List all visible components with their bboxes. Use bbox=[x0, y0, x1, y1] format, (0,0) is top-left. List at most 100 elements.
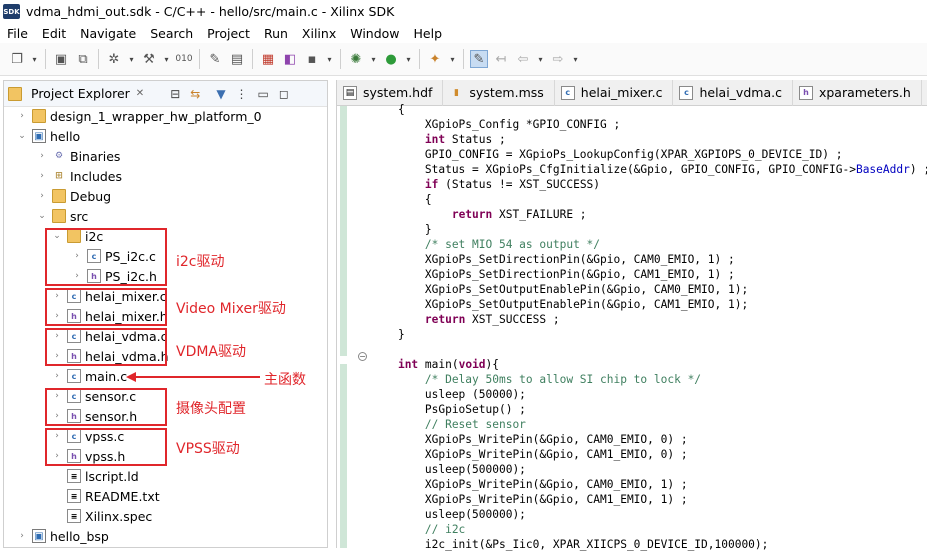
collapse-all-icon[interactable]: ⊟ bbox=[170, 87, 180, 101]
toolbar-separator bbox=[340, 49, 341, 69]
tree-item-label: Xilinx.spec bbox=[85, 508, 153, 524]
link-editor-icon[interactable]: ⇆ bbox=[190, 87, 200, 101]
toolbar: ❐ ▾ ▣ ⧉ ✲ ▾ ⚒ ▾ 010 ✎ ▤ ▦ ◧ ▪ ▾ ✺ ▾ ● ▾ ✦ ▾ ✎ ↤… bbox=[0, 43, 927, 76]
change-bar bbox=[340, 364, 347, 548]
edit-icon[interactable]: ✎ bbox=[470, 50, 488, 68]
chevron-down-icon[interactable]: ▾ bbox=[369, 50, 378, 68]
chevron-down-icon[interactable]: ▾ bbox=[536, 50, 545, 68]
tree-item[interactable]: ≡ README.txt bbox=[51, 486, 160, 506]
chevron-down-icon[interactable]: ⌄ bbox=[36, 211, 48, 221]
chevron-down-icon[interactable]: ▾ bbox=[30, 50, 39, 68]
menu-file[interactable]: File bbox=[0, 26, 35, 41]
code-text[interactable]: { XGpioPs_Config *GPIO_CONFIG ; int Stat… bbox=[371, 102, 927, 552]
terminal-icon[interactable]: ▤ bbox=[228, 50, 246, 68]
chevron-down-icon[interactable]: ▾ bbox=[162, 50, 171, 68]
chevron-down-icon[interactable]: ▾ bbox=[127, 50, 136, 68]
binary-icon[interactable]: 010 bbox=[175, 50, 193, 68]
menu-search[interactable]: Search bbox=[143, 26, 200, 41]
editor-tab-label: system.mss bbox=[469, 85, 544, 100]
save-all-icon[interactable]: ⧉ bbox=[74, 50, 92, 68]
forward-icon[interactable]: ⇨ bbox=[549, 50, 567, 68]
debug-icon[interactable]: ✺ bbox=[347, 50, 365, 68]
sdk-app-icon: SDK bbox=[3, 4, 20, 19]
menu-window[interactable]: Window bbox=[343, 26, 406, 41]
toolbar-separator bbox=[463, 49, 464, 69]
tree-item[interactable]: › ▣ hello_bsp bbox=[16, 526, 109, 546]
tree-item-label: hello_bsp bbox=[50, 528, 109, 544]
tree-item[interactable]: ⌄ ▣ hello bbox=[16, 126, 80, 146]
project-explorer-title: Project Explorer bbox=[31, 86, 130, 101]
menu-project[interactable]: Project bbox=[200, 26, 257, 41]
back-icon[interactable]: ⇦ bbox=[514, 50, 532, 68]
annotation-sensor-label: 摄像头配置 bbox=[176, 401, 246, 417]
tree-item-label: README.txt bbox=[85, 488, 160, 504]
change-bar bbox=[340, 106, 347, 356]
build-icon[interactable]: ✲ bbox=[105, 50, 123, 68]
code-editor: ▤ system.hdf ▮ system.mss c helai_mixer.c c hel… bbox=[336, 79, 927, 551]
annotation-vpss-label: VPSS驱动 bbox=[176, 441, 240, 457]
hammer-icon[interactable]: ⚒ bbox=[140, 50, 158, 68]
grid-icon[interactable]: ▦ bbox=[259, 50, 277, 68]
title-bar: SDK vdma_hdmi_out.sdk - C/C++ - hello/sr… bbox=[0, 0, 927, 23]
editor-tab-label: helai_mixer.c bbox=[580, 85, 663, 100]
external-tool-icon[interactable]: ✦ bbox=[426, 50, 444, 68]
toolbar-separator bbox=[419, 49, 420, 69]
tree-item-label: hello bbox=[50, 128, 81, 144]
tree-item[interactable]: › c main.c bbox=[51, 366, 127, 386]
editor-tab-label: helai_vdma.c bbox=[699, 85, 782, 100]
toolbar-separator bbox=[98, 49, 99, 69]
folder-icon bbox=[52, 189, 66, 203]
last-edit-icon[interactable]: ↤ bbox=[492, 50, 510, 68]
fold-toggle-icon[interactable]: − bbox=[358, 352, 367, 361]
chevron-right-icon[interactable]: › bbox=[51, 371, 63, 381]
annotation-box-vdma bbox=[45, 328, 167, 366]
tree-item[interactable]: › Debug bbox=[36, 186, 111, 206]
chevron-right-icon[interactable]: › bbox=[36, 191, 48, 201]
menu-bar: File Edit Navigate Search Project Run Xi… bbox=[0, 23, 927, 43]
tree-item[interactable]: › ⚙ Binaries bbox=[36, 146, 120, 166]
tree-item[interactable]: › ⊞ Includes bbox=[36, 166, 122, 186]
chevron-down-icon[interactable]: ⌄ bbox=[16, 131, 28, 141]
palette-icon[interactable]: ◧ bbox=[281, 50, 299, 68]
maximize-icon[interactable]: ◻ bbox=[279, 87, 289, 101]
annotation-vdma-label: VDMA驱动 bbox=[176, 344, 247, 360]
text-file-icon: ≡ bbox=[67, 469, 81, 483]
minimize-icon[interactable]: ▭ bbox=[258, 87, 269, 101]
view-menu-icon[interactable]: ⋮ bbox=[236, 87, 248, 101]
tree-item[interactable]: › design_1_wrapper_hw_platform_0 bbox=[16, 106, 262, 126]
close-icon[interactable]: ✕ bbox=[136, 88, 144, 99]
chevron-right-icon[interactable]: › bbox=[16, 531, 28, 541]
text-file-icon: ≡ bbox=[67, 489, 81, 503]
bsp-icon: ▮ bbox=[453, 87, 459, 98]
chevron-right-icon[interactable]: › bbox=[36, 171, 48, 181]
tree-item[interactable]: ⌄ src bbox=[36, 206, 88, 226]
menu-edit[interactable]: Edit bbox=[35, 26, 73, 41]
annotation-main-label: 主函数 bbox=[264, 372, 306, 388]
folder-icon bbox=[52, 209, 66, 223]
chevron-down-icon[interactable]: ▾ bbox=[448, 50, 457, 68]
c-file-icon: c bbox=[560, 85, 575, 100]
chevron-right-icon[interactable]: › bbox=[16, 111, 28, 121]
filter-icon[interactable]: ▼ bbox=[216, 87, 225, 101]
binaries-icon: ⚙ bbox=[54, 151, 64, 161]
tree-item-label: design_1_wrapper_hw_platform_0 bbox=[50, 108, 262, 124]
save-icon[interactable]: ▣ bbox=[52, 50, 70, 68]
chevron-right-icon[interactable]: › bbox=[36, 151, 48, 161]
chevron-down-icon[interactable]: ▾ bbox=[325, 50, 334, 68]
program-icon[interactable]: ✎ bbox=[206, 50, 224, 68]
tree-item-label: lscript.ld bbox=[85, 468, 139, 484]
run-icon[interactable]: ● bbox=[382, 50, 400, 68]
console-icon[interactable]: ▪ bbox=[303, 50, 321, 68]
tree-item[interactable]: ≡ Xilinx.spec bbox=[51, 506, 152, 526]
tree-item[interactable]: ≡ lscript.ld bbox=[51, 466, 139, 486]
menu-xilinx[interactable]: Xilinx bbox=[295, 26, 343, 41]
new-icon[interactable]: ❐ bbox=[8, 50, 26, 68]
menu-run[interactable]: Run bbox=[257, 26, 295, 41]
menu-navigate[interactable]: Navigate bbox=[73, 26, 143, 41]
chevron-down-icon[interactable]: ▾ bbox=[404, 50, 413, 68]
project-explorer-icon bbox=[8, 86, 22, 101]
chevron-down-icon[interactable]: ▾ bbox=[571, 50, 580, 68]
annotation-box-vpss bbox=[45, 428, 167, 466]
menu-help[interactable]: Help bbox=[407, 26, 450, 41]
c-file-icon: c bbox=[679, 85, 694, 100]
